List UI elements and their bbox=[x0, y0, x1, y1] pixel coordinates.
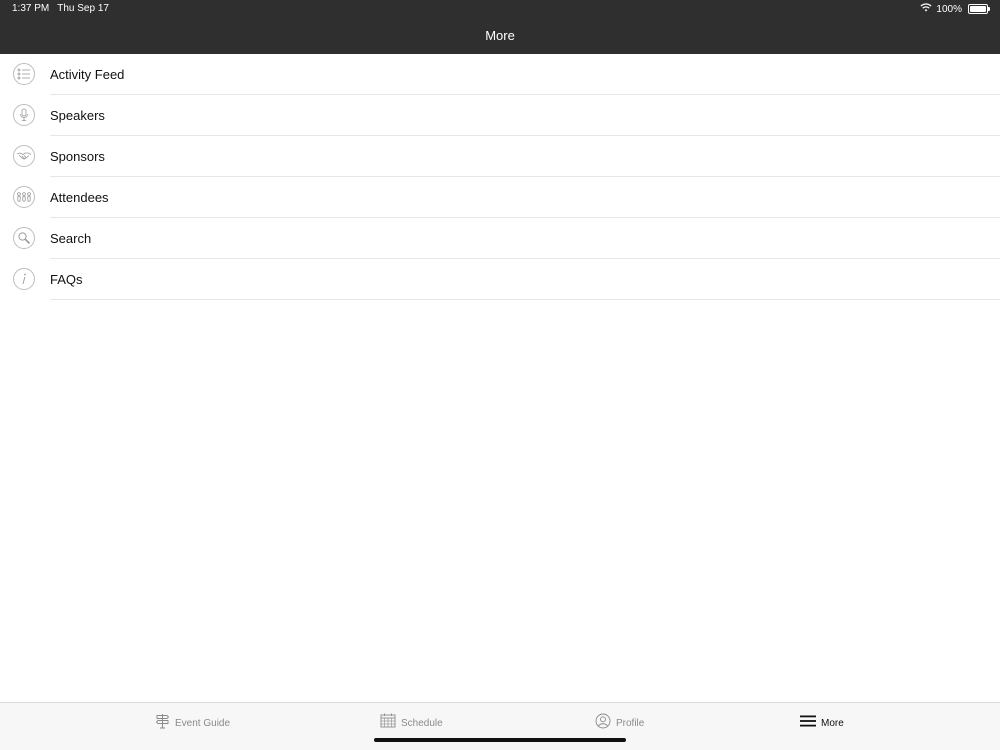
tab-label: Event Guide bbox=[175, 717, 231, 729]
status-time: 1:37 PM bbox=[12, 3, 50, 14]
menu-item-label: Speakers bbox=[50, 108, 105, 123]
header: 1:37 PM Thu Sep 17 100% More bbox=[0, 0, 1000, 54]
microphone-icon bbox=[13, 104, 35, 126]
menu-item-activity-feed[interactable]: Activity Feed bbox=[0, 54, 1000, 95]
tab-label: Profile bbox=[616, 717, 645, 729]
menu-item-speakers[interactable]: Speakers bbox=[0, 95, 1000, 136]
menu-item-attendees[interactable]: Attendees bbox=[0, 177, 1000, 218]
tab-label: Schedule bbox=[401, 717, 443, 729]
tab-more[interactable]: More bbox=[800, 713, 844, 733]
menu-item-label: Attendees bbox=[50, 190, 109, 205]
search-icon bbox=[13, 227, 35, 249]
more-menu-list: Activity Feed Speakers Sponsors Attendee… bbox=[0, 54, 1000, 300]
menu-item-faqs[interactable]: FAQs bbox=[0, 259, 1000, 300]
divider bbox=[50, 299, 1000, 300]
signpost-icon bbox=[155, 713, 170, 734]
menu-item-label: Activity Feed bbox=[50, 67, 125, 82]
menu-item-label: FAQs bbox=[50, 272, 83, 287]
tab-profile[interactable]: Profile bbox=[595, 713, 644, 733]
people-icon bbox=[13, 186, 35, 208]
battery-icon bbox=[968, 4, 990, 14]
activity-feed-icon bbox=[13, 63, 35, 85]
battery-percent: 100% bbox=[936, 3, 962, 15]
hamburger-icon bbox=[800, 714, 816, 732]
page-title: More bbox=[485, 28, 515, 43]
status-bar-left: 1:37 PM Thu Sep 17 bbox=[12, 3, 109, 14]
tab-label: More bbox=[821, 717, 844, 729]
tab-event-guide[interactable]: Event Guide bbox=[155, 713, 230, 733]
tab-bar: Event Guide Schedule Profile More bbox=[0, 702, 1000, 750]
profile-icon bbox=[595, 713, 611, 734]
wifi-icon bbox=[920, 3, 932, 15]
app: 1:37 PM Thu Sep 17 100% More Activity Fe… bbox=[0, 0, 1000, 750]
menu-item-label: Sponsors bbox=[50, 149, 105, 164]
menu-item-label: Search bbox=[50, 231, 92, 246]
info-icon bbox=[13, 268, 35, 290]
menu-item-search[interactable]: Search bbox=[0, 218, 1000, 259]
menu-item-sponsors[interactable]: Sponsors bbox=[0, 136, 1000, 177]
handshake-icon bbox=[13, 145, 35, 167]
tab-schedule[interactable]: Schedule bbox=[380, 713, 443, 733]
home-indicator[interactable] bbox=[374, 738, 626, 742]
status-date: Thu Sep 17 bbox=[57, 3, 109, 14]
status-bar-right: 100% bbox=[920, 3, 990, 15]
calendar-icon bbox=[380, 713, 396, 733]
